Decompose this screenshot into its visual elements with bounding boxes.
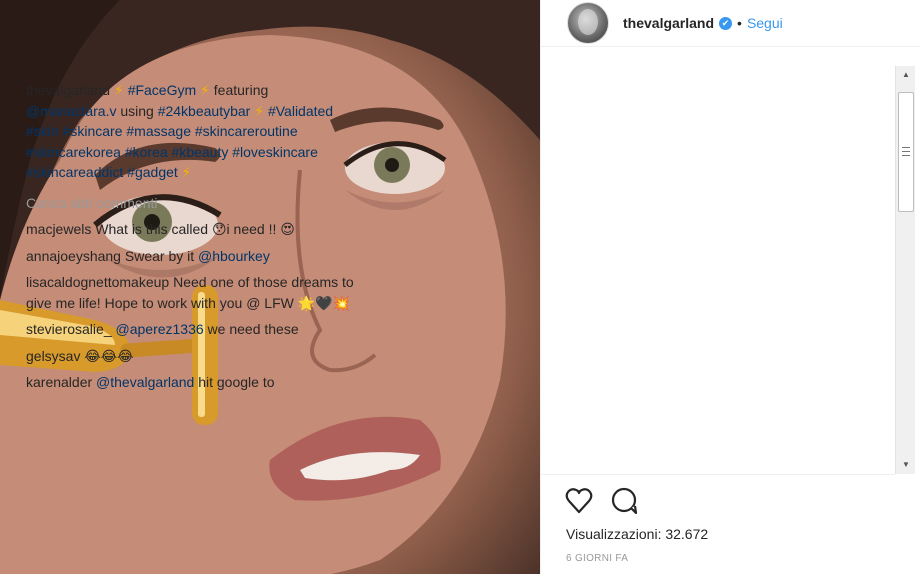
comment-username[interactable]: stevierosalie_	[26, 321, 112, 337]
hashtag-link[interactable]: #skincareroutine	[195, 123, 298, 139]
hashtag-link[interactable]: @mariaclara.v	[26, 103, 116, 119]
lightning-emoji: ⚡	[181, 164, 192, 180]
heart-icon[interactable]	[565, 488, 593, 514]
comment-icon[interactable]	[611, 487, 638, 515]
comment-item: gelsysav 😂😂😂	[26, 346, 354, 367]
comment-username[interactable]: lisacaldognettomakeup	[26, 274, 169, 290]
comments-list: thevalgarland ⚡ #FaceGym ⚡ featuring @ma…	[26, 80, 354, 475]
mention-link[interactable]: @hbourkey	[198, 248, 270, 264]
divider	[541, 474, 895, 475]
instagram-post: thevalgarland ✔ • Segui thevalgarland ⚡ …	[0, 0, 920, 574]
verified-badge-icon: ✔	[719, 16, 733, 30]
comment-thread: macjewels What is this called 😯i need !!…	[26, 219, 354, 393]
comment-text: What is this called 😯i need !! 😍	[95, 221, 295, 237]
scrollbar-thumb[interactable]	[898, 92, 914, 212]
comment-item: stevierosalie_ @aperez1336 we need these	[26, 319, 354, 340]
hashtag-link[interactable]: #kbeauty	[172, 144, 229, 160]
post-header: thevalgarland ✔ • Segui	[541, 0, 920, 47]
comment-username[interactable]: macjewels	[26, 221, 91, 237]
grip-line	[902, 147, 910, 148]
profile-avatar[interactable]	[567, 2, 609, 44]
comment-username[interactable]: gelsysav	[26, 348, 80, 364]
comment-item: karenalder @thevalgarland hit google to	[26, 372, 354, 393]
scroll-up-arrow-icon[interactable]: ▲	[896, 66, 916, 84]
post-caption: thevalgarland ⚡ #FaceGym ⚡ featuring @ma…	[26, 80, 354, 183]
load-more-comments-button[interactable]: Carica altri commenti	[26, 193, 354, 214]
lightning-emoji: ⚡	[254, 102, 265, 119]
hashtag-link[interactable]: #FaceGym	[128, 82, 196, 98]
header-username[interactable]: thevalgarland	[623, 15, 714, 31]
comment-text: hit google to	[194, 374, 275, 390]
hashtag-link[interactable]: #skincareaddict	[26, 164, 123, 180]
hashtag-link[interactable]: #skin	[26, 123, 59, 139]
hashtag-link[interactable]: #Validated	[268, 103, 333, 119]
comment-text: Swear by it	[124, 247, 199, 264]
comment-username[interactable]: annajoeyshang	[26, 248, 121, 264]
hashtag-link[interactable]: #skincare	[63, 123, 123, 139]
follow-button[interactable]: Segui	[747, 15, 783, 31]
comment-text: we need these	[203, 321, 299, 337]
hashtag-link[interactable]: #24kbeautybar	[158, 103, 251, 119]
separator-dot: •	[737, 15, 742, 31]
caption-segment: using	[120, 102, 158, 119]
comment-username[interactable]: karenalder	[26, 374, 92, 390]
mention-link[interactable]: @aperez1336	[116, 321, 204, 337]
comment-item: macjewels What is this called 😯i need !!…	[26, 219, 354, 240]
lightning-emoji: ⚡	[113, 82, 124, 98]
post-timestamp[interactable]: 6 GIORNI FA	[566, 553, 628, 564]
caption-segment: featuring	[213, 82, 269, 98]
grip-line	[902, 151, 910, 152]
hashtag-link[interactable]: #skincarekorea	[26, 144, 121, 160]
hashtag-link[interactable]: #massage	[126, 123, 191, 139]
comment-item: annajoeyshang Swear by it @hbourkey	[26, 246, 354, 267]
hashtag-link[interactable]: #korea	[125, 144, 168, 160]
caption-username[interactable]: thevalgarland	[26, 82, 110, 98]
post-actions	[565, 486, 665, 516]
hashtag-link[interactable]: #gadget	[127, 164, 178, 180]
hashtag-link[interactable]: #loveskincare	[232, 144, 318, 160]
view-count: Visualizzazioni: 32.672	[566, 526, 709, 542]
mention-link[interactable]: @thevalgarland	[96, 374, 194, 390]
scroll-down-arrow-icon[interactable]: ▼	[896, 456, 916, 474]
comment-item: lisacaldognettomakeup Need one of those …	[26, 272, 354, 313]
comment-text: 😂😂😂	[84, 347, 134, 364]
grip-line	[902, 155, 910, 156]
lightning-emoji: ⚡	[200, 82, 210, 98]
comments-scrollbar[interactable]: ▲ ▼	[895, 66, 915, 474]
